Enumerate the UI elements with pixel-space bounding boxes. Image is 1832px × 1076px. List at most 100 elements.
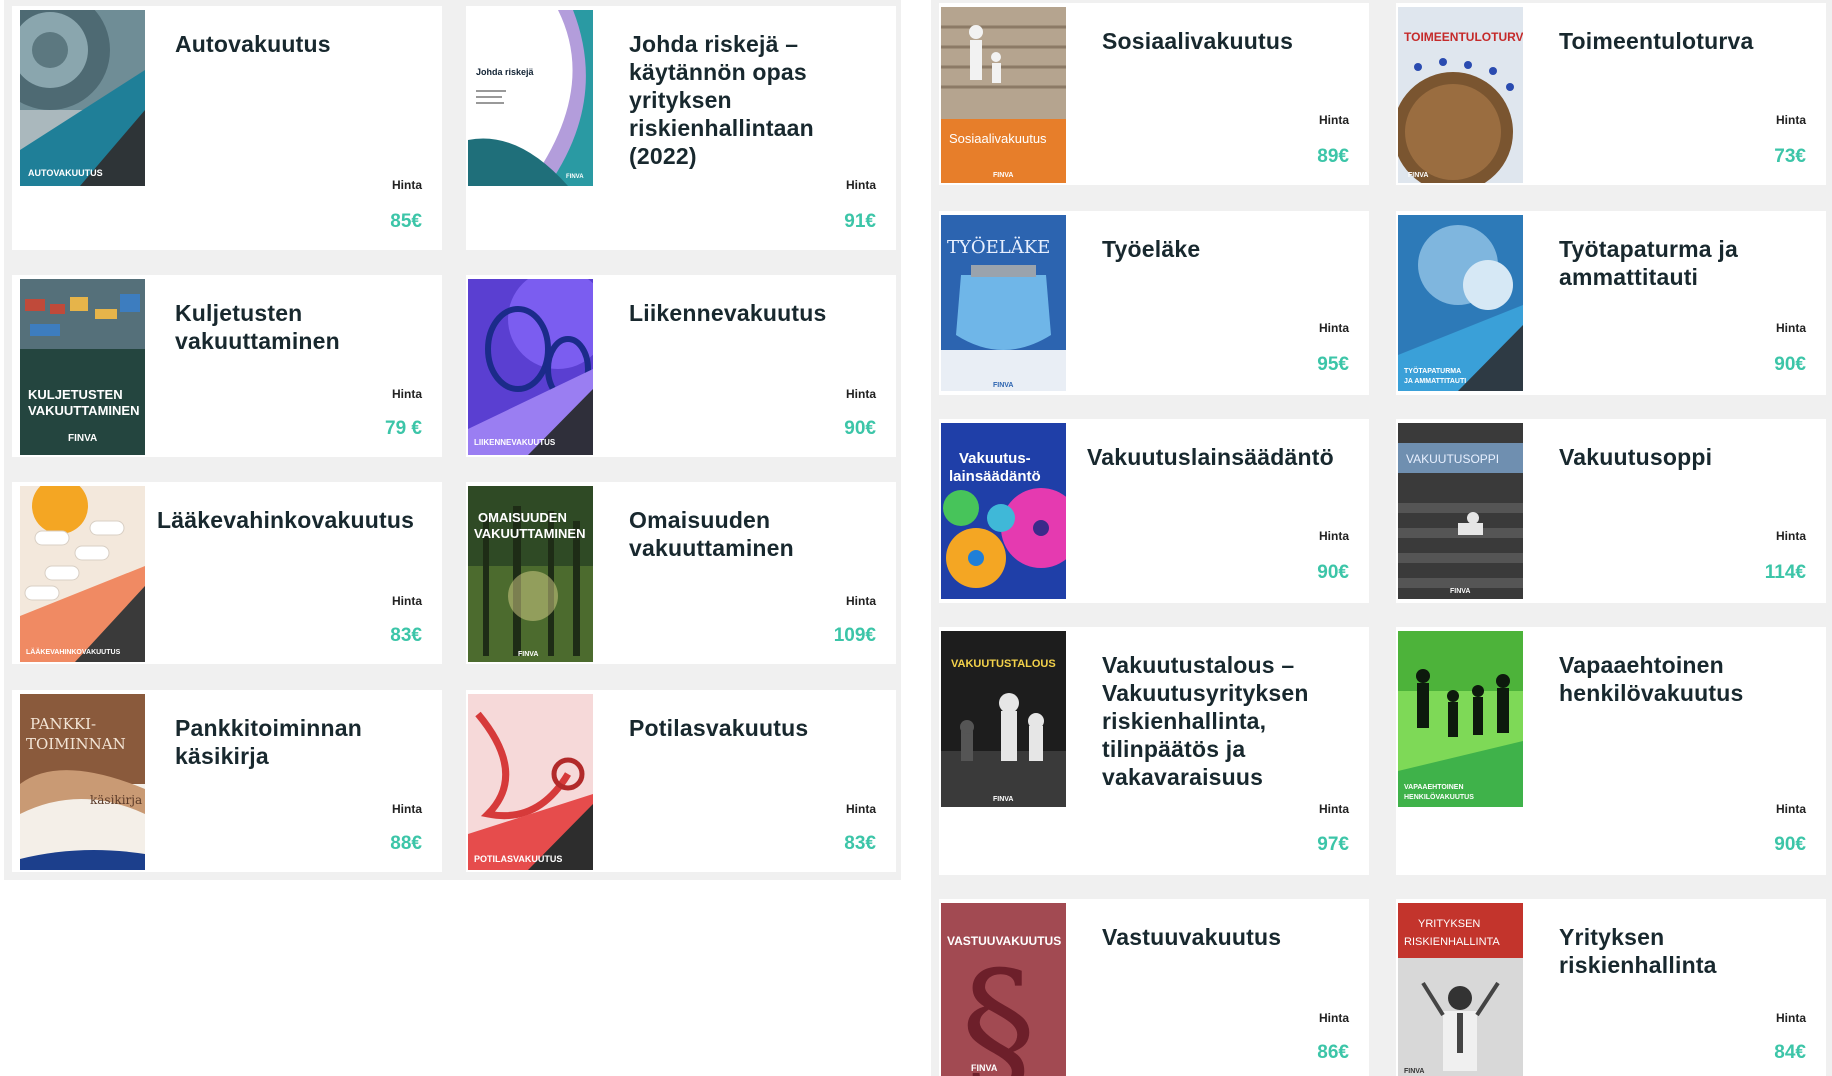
product-price: 89€ bbox=[1317, 146, 1349, 167]
book-cover-stairs: VAKUUTUSOPPI FINVA bbox=[1398, 423, 1523, 599]
product-price: 91€ bbox=[844, 211, 876, 232]
bread-cover: TOIMEENTULOTURVA FINVA bbox=[1398, 7, 1523, 183]
product-title[interactable]: Yrityksen riskienhallinta bbox=[1559, 923, 1806, 979]
product-price: 86€ bbox=[1317, 1042, 1349, 1063]
price-label: Hinta bbox=[392, 802, 422, 816]
svg-text:VAKUUTUSTALOUS: VAKUUTUSTALOUS bbox=[951, 658, 1056, 670]
product-card[interactable]: LÄÄKEVAHINKOVAKUUTUS Lääkevahinkovakuutu… bbox=[12, 482, 442, 664]
product-card[interactable]: YRITYKSEN RISKIENHALLINTA FINVA Yritykse… bbox=[1396, 899, 1826, 1076]
product-card[interactable]: POTILASVAKUUTUS Potilasvakuutus Hinta 83… bbox=[466, 690, 896, 872]
price-label: Hinta bbox=[1319, 321, 1349, 335]
product-card[interactable]: TYÖELÄKE FINVA Työeläke Hinta 95€ bbox=[939, 211, 1369, 395]
svg-text:lainsäädäntö: lainsäädäntö bbox=[949, 468, 1041, 485]
svg-text:VAPAAEHTOINEN: VAPAAEHTOINEN bbox=[1404, 784, 1464, 791]
product-card[interactable]: Vakuutus- lainsäädäntö Vakuutuslainsäädä… bbox=[939, 419, 1369, 603]
product-title[interactable]: Työtapaturma ja ammattitauti bbox=[1559, 235, 1806, 291]
product-card[interactable]: KULJETUSTEN VAKUUTTAMINEN FINVA Kuljetus… bbox=[12, 275, 442, 457]
product-title[interactable]: Pankkitoiminnan käsikirja bbox=[175, 714, 422, 770]
product-price: 84€ bbox=[1774, 1042, 1806, 1063]
product-price: 90€ bbox=[1774, 354, 1806, 375]
price-label: Hinta bbox=[1776, 802, 1806, 816]
product-title[interactable]: Johda riskejä – käytännön opas yrityksen… bbox=[629, 30, 876, 170]
product-card[interactable]: Sosiaalivakuutus FINVA Sosiaalivakuutus … bbox=[939, 3, 1369, 185]
svg-text:FINVA: FINVA bbox=[1450, 588, 1470, 595]
product-price: 109€ bbox=[833, 625, 876, 646]
product-price: 73€ bbox=[1774, 146, 1806, 167]
splash-cover: TYÖTAPATURMA JA AMMATTITAUTI bbox=[1398, 215, 1523, 391]
svg-text:FINVA: FINVA bbox=[566, 174, 584, 180]
price-label: Hinta bbox=[1319, 113, 1349, 127]
product-title[interactable]: Sosiaalivakuutus bbox=[1102, 27, 1349, 55]
price-label: Hinta bbox=[392, 594, 422, 608]
harbor-cover: KULJETUSTEN VAKUUTTAMINEN FINVA bbox=[20, 279, 145, 455]
product-price: 95€ bbox=[1317, 354, 1349, 375]
book-cover-forest: OMAISUUDEN VAKUUTTAMINEN FINVA bbox=[468, 486, 593, 662]
book-cover-stethoscope: POTILASVAKUUTUS bbox=[468, 694, 593, 870]
svg-text:FINVA: FINVA bbox=[993, 382, 1013, 389]
product-card[interactable]: VAKUUTUSTALOUS FINVA Vakuutustalous – Va… bbox=[939, 627, 1369, 875]
glasses-cover: LIIKENNEVAKUUTUS bbox=[468, 279, 593, 455]
product-title[interactable]: Vastuuvakuutus bbox=[1102, 923, 1349, 951]
product-title[interactable]: Vakuutusoppi bbox=[1559, 443, 1806, 471]
product-card[interactable]: AUTOVAKUUTUS Autovakuutus Hinta 85€ bbox=[12, 6, 442, 250]
product-price: 114€ bbox=[1764, 562, 1806, 583]
book-cover-teal-wave: Johda riskejä FINVA bbox=[468, 10, 593, 186]
svg-text:FINVA: FINVA bbox=[1408, 172, 1428, 179]
book-cover-section-sign: § VASTUUVAKUUTUS FINVA bbox=[941, 903, 1066, 1076]
book-cover-businessman: YRITYKSEN RISKIENHALLINTA FINVA bbox=[1398, 903, 1523, 1076]
gears-cover: Vakuutus- lainsäädäntö bbox=[941, 423, 1066, 599]
svg-text:Sosiaalivakuutus: Sosiaalivakuutus bbox=[949, 131, 1047, 146]
product-card[interactable]: PANKKI- TOIMINNAN käsikirja Pankkitoimin… bbox=[12, 690, 442, 872]
product-title[interactable]: Autovakuutus bbox=[175, 30, 422, 58]
product-card[interactable]: VAPAAEHTOINEN HENKILÖVAKUUTUS Vapaaehtoi… bbox=[1396, 627, 1826, 875]
product-price: 97€ bbox=[1317, 834, 1349, 855]
product-title[interactable]: Vakuutustalous – Vakuutusyrityksen riski… bbox=[1102, 651, 1349, 791]
svg-text:FINVA: FINVA bbox=[518, 651, 538, 658]
product-card[interactable]: OMAISUUDEN VAKUUTTAMINEN FINVA Omaisuude… bbox=[466, 482, 896, 664]
book-cover-car-tire: AUTOVAKUUTUS bbox=[20, 10, 145, 186]
svg-text:AUTOVAKUUTUS: AUTOVAKUUTUS bbox=[28, 168, 103, 178]
book-cover-purse: TYÖELÄKE FINVA bbox=[941, 215, 1066, 391]
price-label: Hinta bbox=[1319, 802, 1349, 816]
book-cover-bread: TOIMEENTULOTURVA FINVA bbox=[1398, 7, 1523, 183]
product-card[interactable]: LIIKENNEVAKUUTUS Liikennevakuutus Hinta … bbox=[466, 275, 896, 457]
book-cover-jumping-family: VAPAAEHTOINEN HENKILÖVAKUUTUS bbox=[1398, 631, 1523, 807]
product-title[interactable]: Potilasvakuutus bbox=[629, 714, 876, 742]
svg-text:OMAISUUDEN: OMAISUUDEN bbox=[478, 510, 567, 525]
svg-text:VAKUUTTAMINEN: VAKUUTTAMINEN bbox=[28, 403, 139, 418]
book-cover-pills: LÄÄKEVAHINKOVAKUUTUS bbox=[20, 486, 145, 662]
product-title[interactable]: Vakuutuslainsäädäntö bbox=[1087, 443, 1349, 471]
stethoscope-cover: POTILASVAKUUTUS bbox=[468, 694, 593, 870]
section-sign-cover: § VASTUUVAKUUTUS FINVA bbox=[941, 903, 1066, 1076]
family-cover: Sosiaalivakuutus FINVA bbox=[941, 7, 1066, 183]
svg-text:§: § bbox=[961, 940, 1036, 1076]
product-card[interactable]: Johda riskejä FINVA Johda riskejä – käyt… bbox=[466, 6, 896, 250]
svg-text:VAKUUTTAMINEN: VAKUUTTAMINEN bbox=[474, 526, 585, 541]
book-cover-chess: VAKUUTUSTALOUS FINVA bbox=[941, 631, 1066, 807]
svg-text:FINVA: FINVA bbox=[993, 796, 1013, 803]
product-card[interactable]: TYÖTAPATURMA JA AMMATTITAUTI Työtapaturm… bbox=[1396, 211, 1826, 395]
product-card[interactable]: VAKUUTUSOPPI FINVA Vakuutusoppi Hinta 11… bbox=[1396, 419, 1826, 603]
product-title[interactable]: Omaisuuden vakuuttaminen bbox=[629, 506, 876, 562]
product-price: 88€ bbox=[390, 833, 422, 854]
stairs-cover: VAKUUTUSOPPI FINVA bbox=[1398, 423, 1523, 599]
svg-text:FINVA: FINVA bbox=[68, 433, 97, 444]
product-price: 90€ bbox=[844, 418, 876, 439]
price-label: Hinta bbox=[392, 387, 422, 401]
banking-cover: PANKKI- TOIMINNAN käsikirja bbox=[20, 694, 145, 870]
product-title[interactable]: Kuljetusten vakuuttaminen bbox=[175, 299, 422, 355]
product-title[interactable]: Liikennevakuutus bbox=[629, 299, 876, 327]
businessman-cover: YRITYKSEN RISKIENHALLINTA FINVA bbox=[1398, 903, 1523, 1076]
svg-text:Johda riskejä: Johda riskejä bbox=[476, 67, 535, 77]
product-card[interactable]: TOIMEENTULOTURVA FINVA Toimeentuloturva … bbox=[1396, 3, 1826, 185]
product-title[interactable]: Toimeentuloturva bbox=[1559, 27, 1806, 55]
product-title[interactable]: Työeläke bbox=[1102, 235, 1349, 263]
product-title[interactable]: Lääkevahinkovakuutus bbox=[157, 506, 422, 534]
svg-text:Vakuutus-: Vakuutus- bbox=[959, 450, 1031, 467]
product-price: 83€ bbox=[390, 625, 422, 646]
product-price: 83€ bbox=[844, 833, 876, 854]
price-label: Hinta bbox=[846, 387, 876, 401]
product-title[interactable]: Vapaaehtoinen henkilövakuutus bbox=[1559, 651, 1806, 707]
product-card[interactable]: § VASTUUVAKUUTUS FINVA Vastuuvakuutus Hi… bbox=[939, 899, 1369, 1076]
price-label: Hinta bbox=[846, 594, 876, 608]
